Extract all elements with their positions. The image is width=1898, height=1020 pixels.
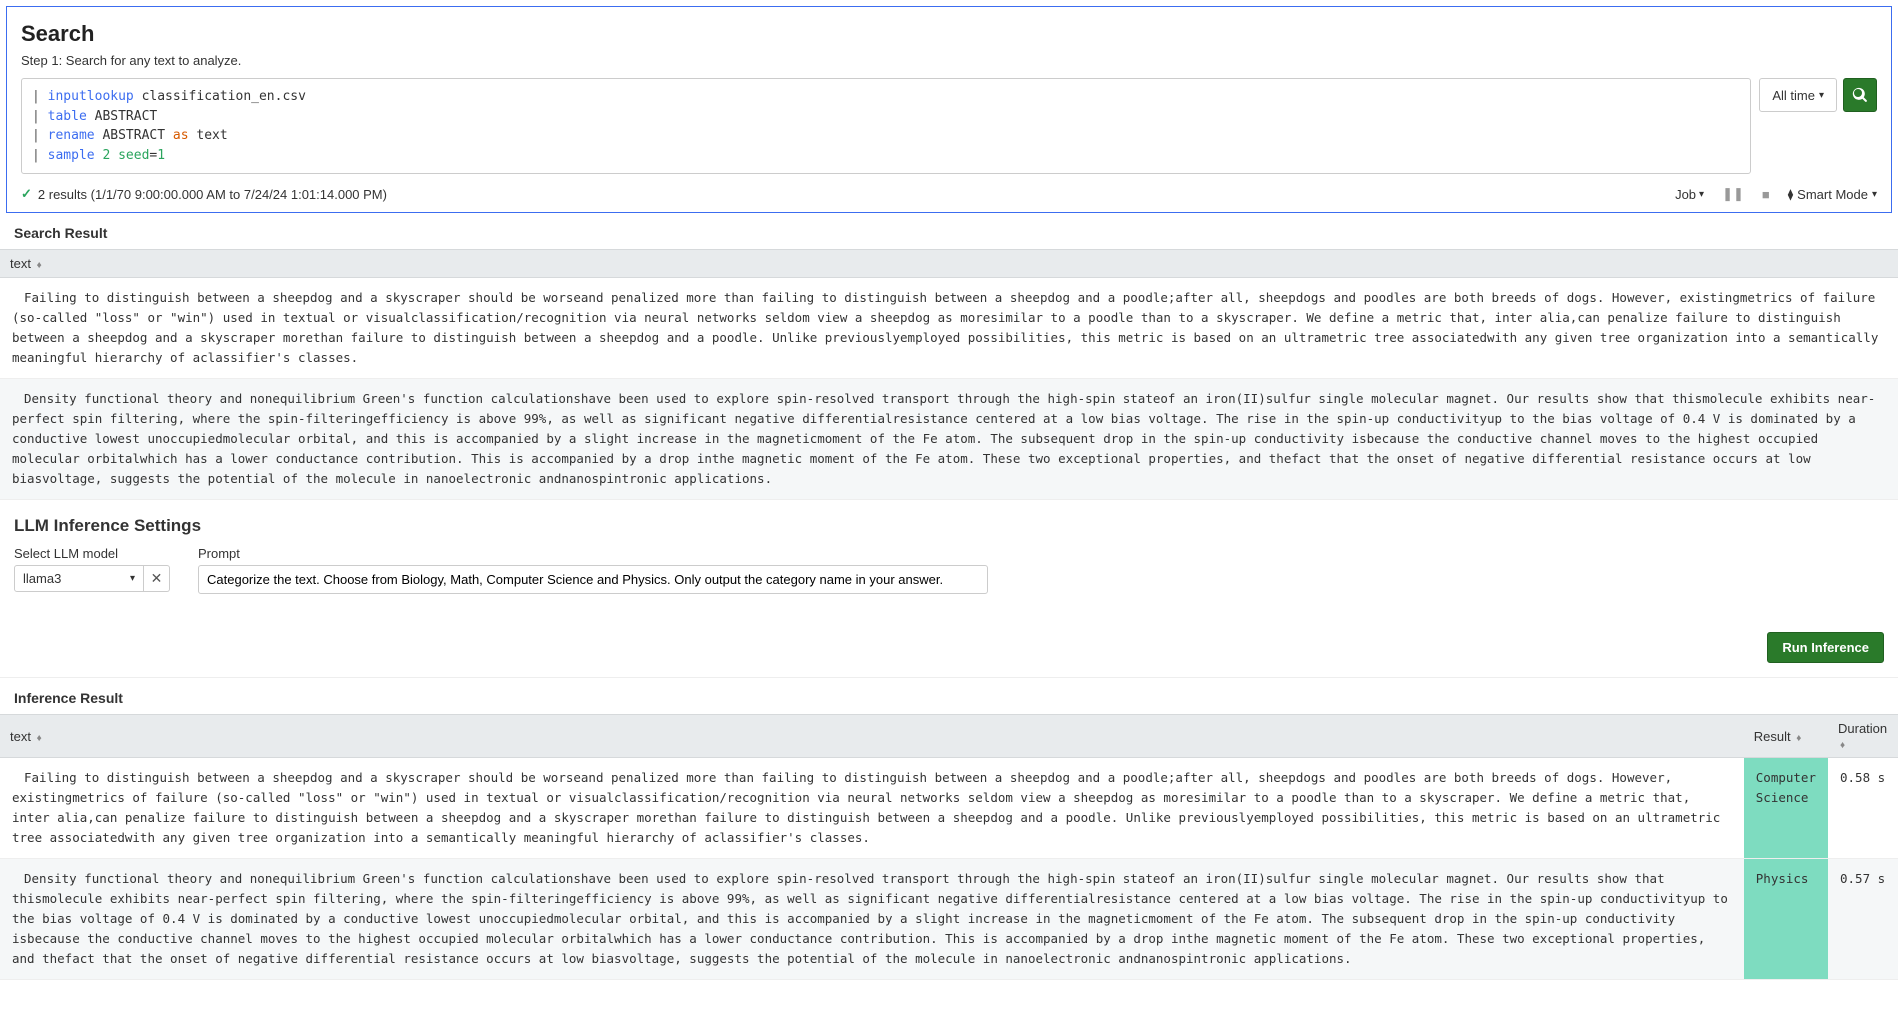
table-row: Failing to distinguish between a sheepdo… <box>0 278 1898 379</box>
search-status-text: 2 results (1/1/70 9:00:00.000 AM to 7/24… <box>38 187 387 202</box>
col-duration-header[interactable]: Duration ♦ <box>1828 715 1898 758</box>
run-search-button[interactable] <box>1843 78 1877 112</box>
sort-icon: ♦ <box>1840 740 1845 751</box>
chevron-down-icon: ▾ <box>1819 90 1824 101</box>
col-text-header[interactable]: text ♦ <box>0 715 1744 758</box>
time-range-picker[interactable]: All time ▾ <box>1759 78 1837 112</box>
table-row: Density functional theory and nonequilib… <box>0 859 1898 980</box>
col-result-header[interactable]: Result ♦ <box>1744 715 1828 758</box>
pause-button[interactable]: ❚❚ <box>1722 186 1744 202</box>
llm-settings-heading: LLM Inference Settings <box>0 500 1898 546</box>
chevron-down-icon: ▾ <box>1699 189 1704 200</box>
text-cell: Failing to distinguish between a sheepdo… <box>0 278 1898 379</box>
search-icon <box>1852 87 1868 103</box>
model-value: llama3 <box>23 571 61 586</box>
chevron-down-icon: ▾ <box>1872 189 1877 200</box>
clear-model-button[interactable]: ✕ <box>144 565 170 592</box>
search-result-heading: Search Result <box>0 213 1898 249</box>
text-cell: Failing to distinguish between a sheepdo… <box>0 758 1744 859</box>
run-inference-button[interactable]: Run Inference <box>1767 632 1884 663</box>
prompt-label: Prompt <box>198 546 988 561</box>
text-cell: Density functional theory and nonequilib… <box>0 379 1898 500</box>
search-subtitle: Step 1: Search for any text to analyze. <box>21 53 1877 68</box>
close-icon: ✕ <box>151 570 163 587</box>
result-cell: Computer Science <box>1744 758 1828 859</box>
text-cell: Density functional theory and nonequilib… <box>0 859 1744 980</box>
col-text-header[interactable]: text ♦ <box>0 250 1898 278</box>
model-select[interactable]: llama3 ▾ <box>14 565 144 592</box>
search-result-table: text ♦ Failing to distinguish between a … <box>0 249 1898 500</box>
stop-button[interactable]: ■ <box>1762 187 1770 202</box>
search-mode-picker[interactable]: ⧫ Smart Mode ▾ <box>1788 187 1877 202</box>
check-icon: ✓ <box>21 186 32 202</box>
job-menu[interactable]: Job ▾ <box>1675 187 1704 202</box>
result-cell: Physics <box>1744 859 1828 980</box>
bolt-icon: ⧫ <box>1788 188 1793 201</box>
search-title: Search <box>21 21 1877 47</box>
sort-icon: ♦ <box>37 733 42 744</box>
search-query-input[interactable]: | inputlookup classification_en.csv | ta… <box>21 78 1751 174</box>
duration-cell: 0.57 s <box>1828 859 1898 980</box>
chevron-down-icon: ▾ <box>130 573 135 584</box>
inference-result-heading: Inference Result <box>0 678 1898 714</box>
prompt-input[interactable] <box>198 565 988 594</box>
inference-result-table: text ♦ Result ♦ Duration ♦ Failing to di… <box>0 714 1898 980</box>
sort-icon: ♦ <box>1796 733 1801 744</box>
duration-cell: 0.58 s <box>1828 758 1898 859</box>
table-row: Failing to distinguish between a sheepdo… <box>0 758 1898 859</box>
search-panel: Search Step 1: Search for any text to an… <box>6 6 1892 213</box>
table-row: Density functional theory and nonequilib… <box>0 379 1898 500</box>
time-range-label: All time <box>1772 88 1815 103</box>
sort-icon: ♦ <box>37 260 42 271</box>
model-label: Select LLM model <box>14 546 170 561</box>
